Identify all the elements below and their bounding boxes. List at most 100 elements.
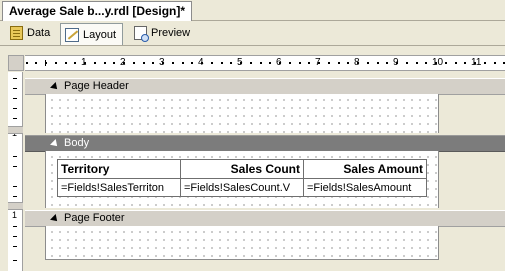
table-header-row[interactable]: Territory Sales Count Sales Amount xyxy=(57,159,427,179)
ruler-dot xyxy=(181,62,184,64)
tab-layout-label: Layout xyxy=(83,28,117,41)
ruler-mark xyxy=(13,236,17,237)
ruler-mark xyxy=(13,78,17,79)
ruler-dot xyxy=(483,62,486,64)
tab-layout[interactable]: Layout xyxy=(60,23,124,45)
ruler-number: 1 xyxy=(81,57,87,68)
ruler-number: 4 xyxy=(198,57,204,68)
ruler-number: 2 xyxy=(120,57,126,68)
ruler-dot xyxy=(347,62,350,64)
header-territory[interactable]: Territory xyxy=(57,159,181,179)
layout-icon xyxy=(65,27,79,42)
ruler-number: 8 xyxy=(354,57,360,68)
detail-sales-count[interactable]: =Fields!SalesCount.V xyxy=(180,178,304,197)
body-bar[interactable]: Body xyxy=(25,135,505,152)
ruler-mark xyxy=(13,226,17,227)
ruler-corner xyxy=(8,55,24,71)
ruler-dot xyxy=(35,62,38,64)
page-footer-bar[interactable]: Page Footer xyxy=(25,210,505,227)
ruler-dot xyxy=(454,62,457,64)
table-detail-row[interactable]: =Fields!SalesTerriton =Fields!SalesCount… xyxy=(57,178,427,197)
vertical-ruler-separator xyxy=(8,126,23,134)
ruler-dot xyxy=(444,62,447,64)
tab-data[interactable]: Data xyxy=(6,23,56,43)
ruler-mark xyxy=(13,246,17,247)
vertical-ruler: 11 xyxy=(8,72,23,271)
ruler-dot xyxy=(415,62,418,64)
report-table[interactable]: Territory Sales Count Sales Amount =Fiel… xyxy=(57,159,427,197)
document-tab[interactable]: Average Sale b...y.rdl [Design]* xyxy=(2,1,193,21)
data-icon xyxy=(10,26,23,40)
ruler-mark xyxy=(13,260,17,261)
view-tab-bar: Data Layout Preview xyxy=(0,21,505,46)
ruler-dot xyxy=(269,62,272,64)
ruler-number: 11 xyxy=(471,57,482,68)
ruler-mark xyxy=(13,118,17,119)
ruler-dot xyxy=(152,62,155,64)
ruler-mark xyxy=(13,186,17,187)
horizontal-ruler: 1 2 3 4 5 6 7 8 9 10 11 xyxy=(25,55,505,71)
ruler-dot xyxy=(288,62,291,64)
ruler-dot xyxy=(25,62,28,64)
vertical-ruler-separator xyxy=(8,202,23,210)
ruler-number: 1 xyxy=(12,210,18,220)
ruler-dot xyxy=(54,62,57,64)
ruler-dot xyxy=(425,62,428,64)
detail-sales-amount[interactable]: =Fields!SalesAmount xyxy=(303,178,427,197)
ruler-dot xyxy=(132,62,135,64)
ruler-mark xyxy=(13,166,17,167)
ruler-dot xyxy=(464,62,467,64)
ruler-dot xyxy=(142,62,145,64)
ruler-dot xyxy=(259,62,262,64)
ruler-dot xyxy=(210,62,213,64)
ruler-mark xyxy=(13,88,17,89)
ruler-dot xyxy=(191,62,194,64)
detail-territory[interactable]: =Fields!SalesTerriton xyxy=(57,178,181,197)
ruler-dot xyxy=(308,62,311,64)
ruler-tick xyxy=(45,60,46,66)
ruler-mark xyxy=(13,196,17,197)
page-header-label: Page Header xyxy=(64,80,129,92)
ruler-dot xyxy=(230,62,233,64)
header-sales-count[interactable]: Sales Count xyxy=(180,159,304,179)
ruler-dot xyxy=(103,62,106,64)
ruler-dot xyxy=(493,62,496,64)
tab-data-label: Data xyxy=(27,27,51,39)
ruler-dot xyxy=(171,62,174,64)
ruler-dot xyxy=(327,62,330,64)
ruler-dot xyxy=(113,62,116,64)
ruler-dot xyxy=(220,62,223,64)
ruler-number: 7 xyxy=(315,57,321,68)
preview-icon xyxy=(134,26,149,42)
tab-preview-label: Preview xyxy=(151,27,191,39)
ruler-number: 9 xyxy=(393,57,399,68)
page-footer-label: Page Footer xyxy=(64,212,125,224)
ruler-dot xyxy=(93,62,96,64)
ruler-number: 10 xyxy=(432,57,444,68)
ruler-dot xyxy=(405,62,408,64)
page-header-area[interactable] xyxy=(45,94,439,133)
ruler-dot xyxy=(376,62,379,64)
section-arrow-icon xyxy=(52,82,61,91)
ruler-dot xyxy=(386,62,389,64)
page-footer-area[interactable] xyxy=(45,226,439,260)
ruler-number: 5 xyxy=(237,57,243,68)
ruler-mark xyxy=(13,156,17,157)
ruler-mark xyxy=(13,98,17,99)
ruler-dot xyxy=(64,62,67,64)
ruler-dot xyxy=(337,62,340,64)
ruler-dot xyxy=(74,62,77,64)
tab-preview[interactable]: Preview xyxy=(130,23,196,43)
ruler-dot xyxy=(249,62,252,64)
ruler-dot xyxy=(366,62,369,64)
ruler-number: 3 xyxy=(159,57,165,68)
header-sales-amount[interactable]: Sales Amount xyxy=(303,159,427,179)
ruler-number: 6 xyxy=(276,57,282,68)
ruler-mark xyxy=(13,108,17,109)
section-arrow-icon xyxy=(52,139,61,148)
ruler-dot xyxy=(298,62,301,64)
body-label: Body xyxy=(64,137,90,149)
page-header-bar[interactable]: Page Header xyxy=(25,78,505,95)
section-arrow-icon xyxy=(52,214,61,223)
document-tab-strip: Average Sale b...y.rdl [Design]* xyxy=(0,0,505,21)
